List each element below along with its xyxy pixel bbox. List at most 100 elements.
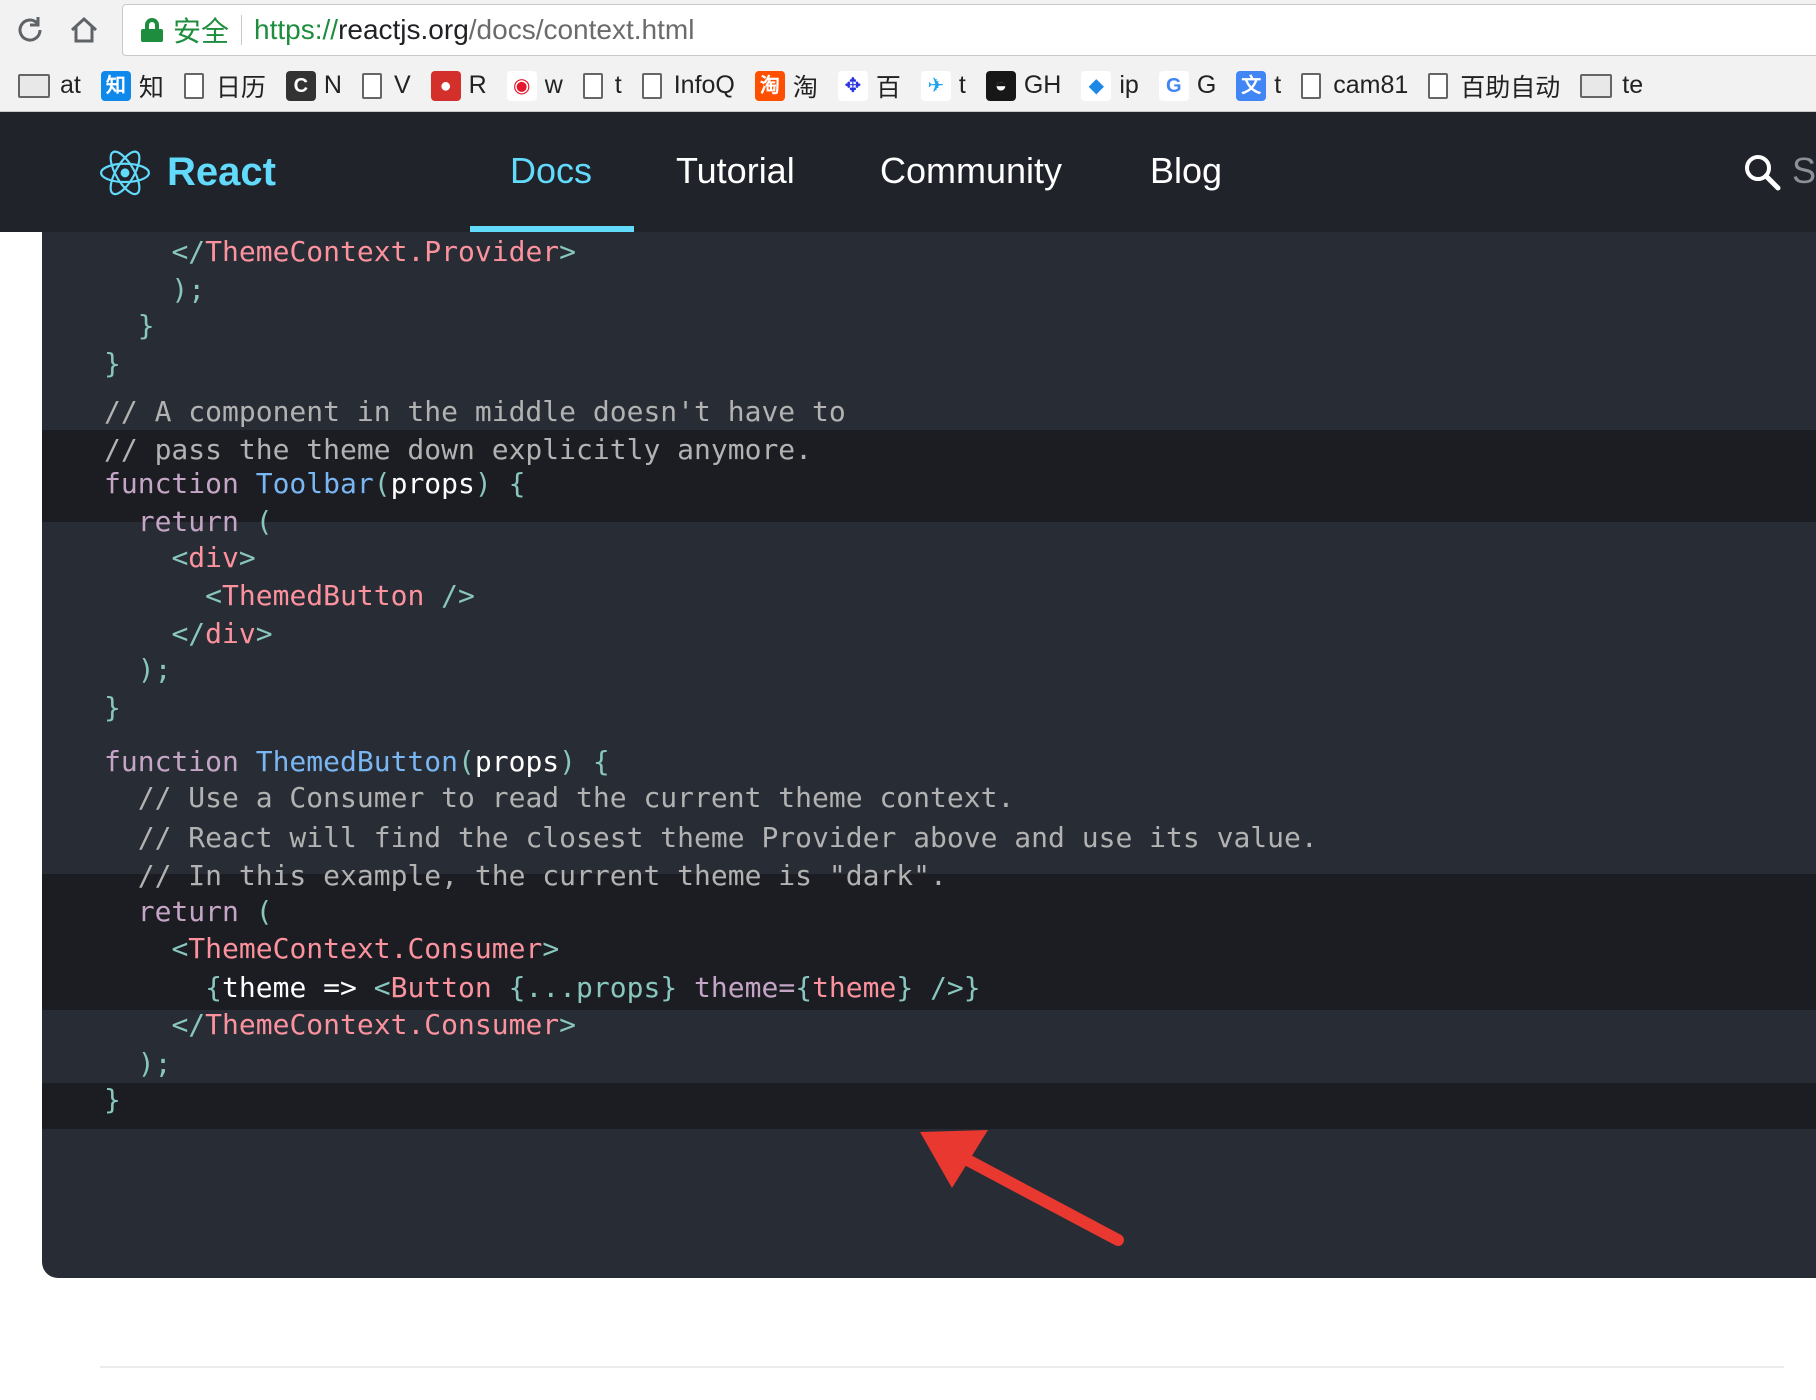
code-token: />: [424, 579, 475, 612]
code-line: function ThemedButton(props) {: [104, 742, 610, 782]
github-icon: ◒: [985, 70, 1016, 101]
code-line: return (: [104, 892, 273, 932]
bookmark-item[interactable]: 百助自动: [1428, 68, 1560, 104]
bookmark-item[interactable]: ● R: [430, 70, 487, 101]
code-token: Button: [390, 971, 492, 1004]
code-line: // In this example, the current theme is…: [104, 856, 947, 896]
code-line: </ThemeContext.Provider>: [104, 232, 576, 272]
bookmark-item[interactable]: ✈ t: [920, 70, 966, 101]
bookmark-item[interactable]: ◆ ip: [1081, 70, 1139, 101]
bookmark-item[interactable]: cam81: [1301, 71, 1408, 100]
code-line: }: [104, 1080, 121, 1120]
bookmark-item[interactable]: ◉ w: [506, 70, 563, 101]
code-token: {...props}: [491, 971, 678, 1004]
code-token: />}: [913, 971, 981, 1004]
highlight-band: [42, 1083, 1816, 1129]
content-divider: [100, 1366, 1784, 1368]
code-token: return: [137, 505, 256, 538]
code-line: <ThemeContext.Consumer>: [104, 929, 559, 969]
bookmark-item[interactable]: 知知: [100, 68, 164, 104]
url-scheme: https://: [254, 14, 339, 45]
page-icon: [641, 72, 662, 99]
bookmark-item[interactable]: t: [582, 71, 622, 100]
code-token: // In this example, the current theme is…: [137, 859, 947, 892]
reload-icon[interactable]: [10, 10, 50, 50]
code-token: props: [390, 467, 475, 500]
url-path: /docs/context.html: [468, 14, 695, 45]
omnibox-divider: [241, 15, 243, 45]
nav-community[interactable]: Community: [880, 150, 1062, 192]
bookmark-item[interactable]: at: [18, 71, 81, 100]
code-token: );: [137, 653, 172, 686]
folder-icon: [1580, 73, 1613, 98]
code-token: theme: [812, 971, 897, 1004]
code-token: ThemeContext.Consumer: [205, 1008, 560, 1041]
bookmark-item[interactable]: V: [361, 71, 411, 100]
bookmark-label: t: [614, 71, 622, 99]
bookmark-item[interactable]: 淘淘: [754, 68, 818, 104]
code-line: }: [104, 688, 121, 728]
code-token: props: [474, 745, 560, 778]
bookmark-label: R: [468, 71, 487, 99]
baidu-paw-icon: ✥: [837, 70, 868, 101]
code-block: </ThemeContext.Provider> ); }}// A compo…: [42, 232, 1816, 1278]
code-token: theme=: [677, 971, 796, 1004]
brand-link[interactable]: React: [167, 150, 276, 195]
nav-tutorial[interactable]: Tutorial: [676, 150, 795, 192]
secure-label: 安全: [173, 16, 230, 47]
nav-docs[interactable]: Docs: [510, 150, 592, 192]
code-token: (: [458, 745, 475, 778]
bookmark-item[interactable]: ◒ GH: [985, 70, 1061, 101]
code-token: ) {: [474, 467, 526, 500]
search-icon[interactable]: [1742, 152, 1782, 192]
bookmark-label: at: [60, 71, 81, 99]
c-logo-icon: C: [285, 70, 316, 101]
bookmark-label: ip: [1119, 71, 1139, 99]
bookmark-label: t: [1274, 71, 1282, 99]
code-token: }: [137, 309, 155, 342]
url-host: reactjs.org: [338, 14, 469, 45]
bookmark-item[interactable]: CN: [285, 70, 342, 101]
bookmark-label: G: [1196, 71, 1217, 99]
code-line: // Use a Consumer to read the current th…: [104, 778, 1015, 818]
code-token: {: [205, 971, 223, 1004]
search-input[interactable]: S: [1792, 150, 1816, 192]
code-token: // Use a Consumer to read the current th…: [137, 781, 1015, 814]
code-token: </: [171, 235, 206, 268]
bookmark-item[interactable]: 日历: [183, 68, 266, 104]
code-token: }: [104, 691, 121, 724]
code-token: {: [795, 971, 813, 1004]
address-bar[interactable]: 安全 https://reactjs.org/docs/context.html: [122, 4, 1816, 56]
home-icon[interactable]: [64, 10, 104, 50]
lock-icon: [141, 18, 163, 42]
code-token: (: [255, 895, 273, 928]
code-token: }: [104, 1083, 121, 1116]
google-icon: G: [1158, 70, 1189, 101]
red-ball-icon: ●: [430, 70, 461, 101]
bookmark-item[interactable]: InfoQ: [641, 71, 735, 100]
react-logo-icon[interactable]: [100, 148, 150, 198]
code-token: >: [542, 932, 560, 965]
bookmark-item[interactable]: GG: [1158, 70, 1217, 101]
page-icon: [1301, 72, 1322, 99]
page-icon: [1428, 72, 1449, 99]
bookmark-item[interactable]: 文t: [1236, 70, 1282, 101]
bookmark-item[interactable]: te: [1580, 71, 1643, 100]
folder-icon: [18, 73, 50, 98]
code-token: >: [238, 541, 256, 574]
bookmark-item[interactable]: ✥ 百: [837, 68, 901, 104]
bookmark-label: 百: [875, 73, 901, 102]
nav-blog[interactable]: Blog: [1150, 150, 1222, 192]
diamond-icon: ◆: [1081, 70, 1112, 101]
code-token: function: [104, 745, 256, 778]
